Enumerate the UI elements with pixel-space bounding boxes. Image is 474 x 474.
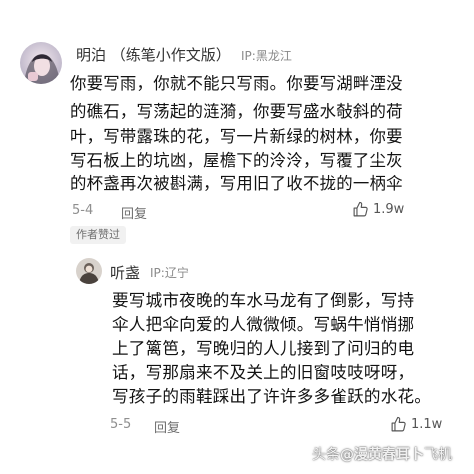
reply-reply-button[interactable]: 回复 <box>154 417 180 436</box>
comment-date: 5-4 <box>72 203 94 218</box>
watermark-suffix: 飞机 <box>424 447 452 463</box>
comment-line: 你要写雨，你就不能只写雨。你要写湖畔湮没 <box>70 74 403 93</box>
reply-like-button[interactable]: 1.1w <box>390 416 442 433</box>
author-liked-badge: 作者赞过 <box>70 226 126 244</box>
comment-line: 的杯盏再次被斟满，写用旧了收不拢的一柄伞 <box>70 174 403 193</box>
comment-line: 的礁石，写荡起的涟漪，你要写盛水敧斜的荷 <box>70 102 403 121</box>
reply-like-count: 1.1w <box>411 417 443 432</box>
thumbs-up-icon <box>391 416 406 432</box>
reply-author-avatar[interactable] <box>76 258 102 284</box>
reply-line: 伞人把伞向爱的人微微倾。写蜗牛悄悄挪 <box>112 315 415 334</box>
reply-line: 话，写那扇来不及关上的旧窗吱吱呀呀， <box>112 363 415 382</box>
comment-ip-location: IP:黑龙江 <box>241 49 292 63</box>
watermark-prefix: 头条 <box>312 447 340 463</box>
reply-author-name[interactable]: 听盏 <box>110 262 140 283</box>
watermark: 头条@漫黄春耳卜飞机 <box>312 444 452 464</box>
comment-reply-button[interactable]: 回复 <box>121 203 147 222</box>
watermark-brand: @漫黄春耳卜 <box>340 447 424 463</box>
comment-author-name[interactable]: 明泊 （练笔小作文版） <box>76 44 231 65</box>
reply-line: 写孩子的雨鞋踩出了许许多多雀跃的水花。 <box>112 387 432 406</box>
reply-line: 要写城市夜晚的车水马龙有了倒影，写持 <box>112 291 415 310</box>
comment-like-button[interactable]: 1.9w <box>352 201 404 218</box>
comment-line: 叶，写带露珠的花，写一片新绿的树林，你要 <box>70 127 403 146</box>
comment-author-avatar[interactable] <box>20 42 62 84</box>
reply-line: 上了篱笆，写晚归的人儿接到了问归的电 <box>112 339 415 358</box>
comment-line: 写石板上的坑凼，屋檐下的泠泠，写覆了尘灰 <box>70 151 403 170</box>
thumbs-up-icon <box>353 201 368 217</box>
reply-date: 5-5 <box>110 417 132 432</box>
comment-like-count: 1.9w <box>373 202 405 217</box>
reply-ip-location: IP:辽宁 <box>150 266 189 280</box>
